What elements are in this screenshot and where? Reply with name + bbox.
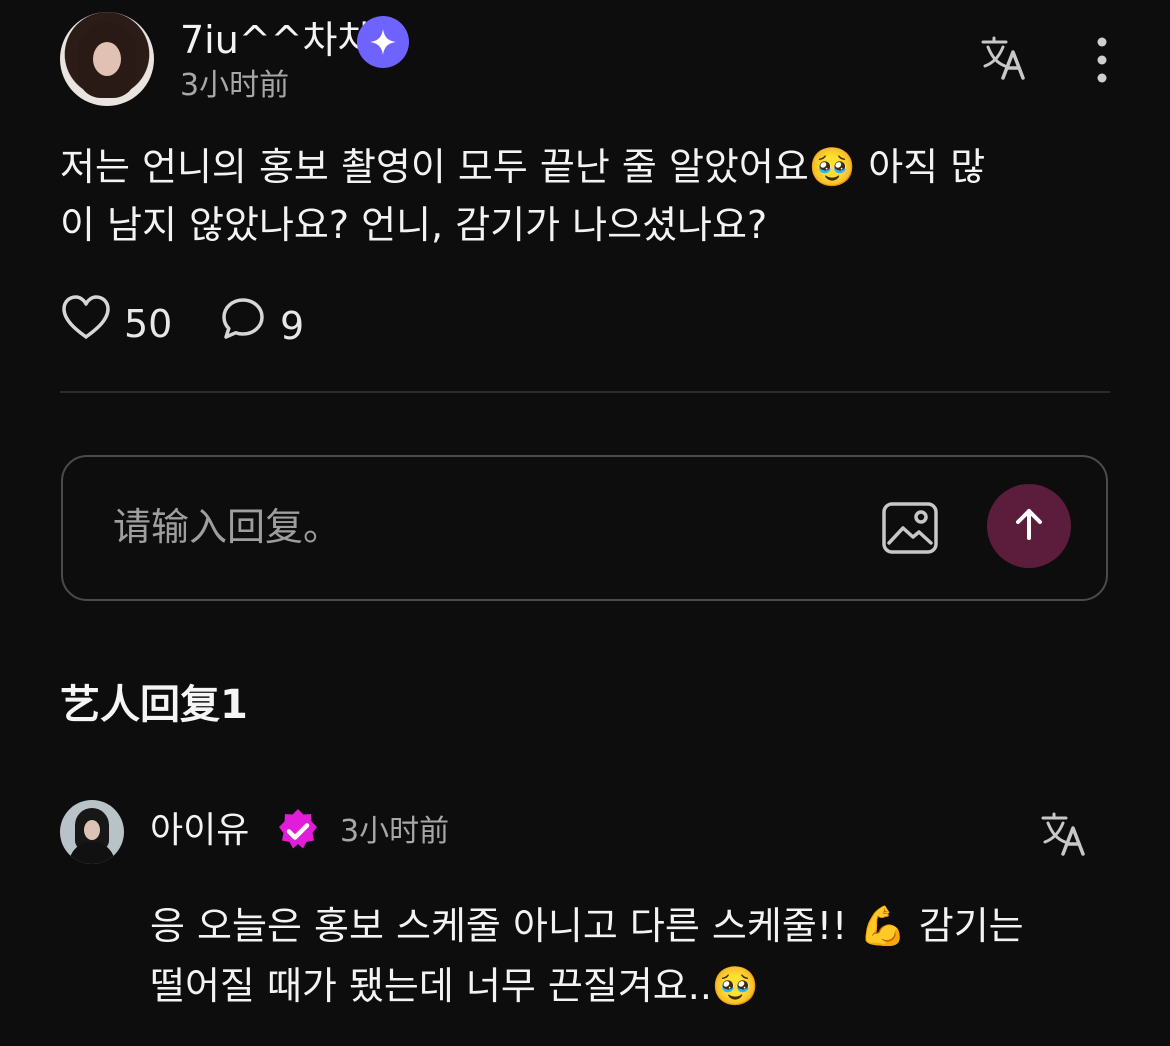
comment-count: 9 xyxy=(280,303,305,348)
sparkle-verified-icon xyxy=(357,16,409,68)
post-header: 7iu^^차차 3小时前 xyxy=(60,10,1110,106)
comment-icon xyxy=(218,294,268,357)
image-icon[interactable] xyxy=(881,501,939,555)
comment-button[interactable]: 9 xyxy=(218,294,304,357)
reply-input-placeholder[interactable]: 请输入回复。 xyxy=(113,501,341,553)
send-arrow-icon xyxy=(1009,504,1049,548)
reply-input-box[interactable]: 请输入回复。 xyxy=(61,455,1108,601)
heart-icon xyxy=(60,294,112,353)
post-divider xyxy=(60,391,1110,393)
artist-verified-icon xyxy=(272,806,324,858)
like-count: 50 xyxy=(124,301,173,346)
avatar-face xyxy=(93,42,121,76)
author-avatar[interactable] xyxy=(60,12,154,106)
artist-avatar[interactable] xyxy=(60,800,124,864)
post-text: 저는 언니의 홍보 촬영이 모두 끝난 줄 알았어요🥹 아직 많 이 남지 않았… xyxy=(60,145,986,247)
send-button[interactable] xyxy=(987,484,1071,568)
author-name[interactable]: 7iu^^차차 xyxy=(180,16,372,64)
more-vertical-icon[interactable] xyxy=(1088,34,1116,86)
artist-reply-translate-icon[interactable] xyxy=(1038,808,1090,860)
artist-reply-item: 아이유 3小时前 응 오늘은 홍보 스케줄 아니고 다른 스케줄!! 💪 감기는… xyxy=(60,800,1110,1030)
post-time: 3小时前 xyxy=(180,68,290,103)
like-button[interactable]: 50 xyxy=(60,294,172,353)
artist-name[interactable]: 아이유 xyxy=(150,808,249,854)
artist-replies-title: 艺人回复1 xyxy=(60,682,248,728)
translate-icon[interactable] xyxy=(978,32,1030,84)
artist-reply-text: 응 오늘은 홍보 스케줄 아니고 다른 스케줄!! 💪 감기는 떨어질 때가 됐… xyxy=(150,904,1024,1008)
artist-avatar-face xyxy=(84,820,100,840)
artist-reply-time: 3小时前 xyxy=(340,814,450,849)
